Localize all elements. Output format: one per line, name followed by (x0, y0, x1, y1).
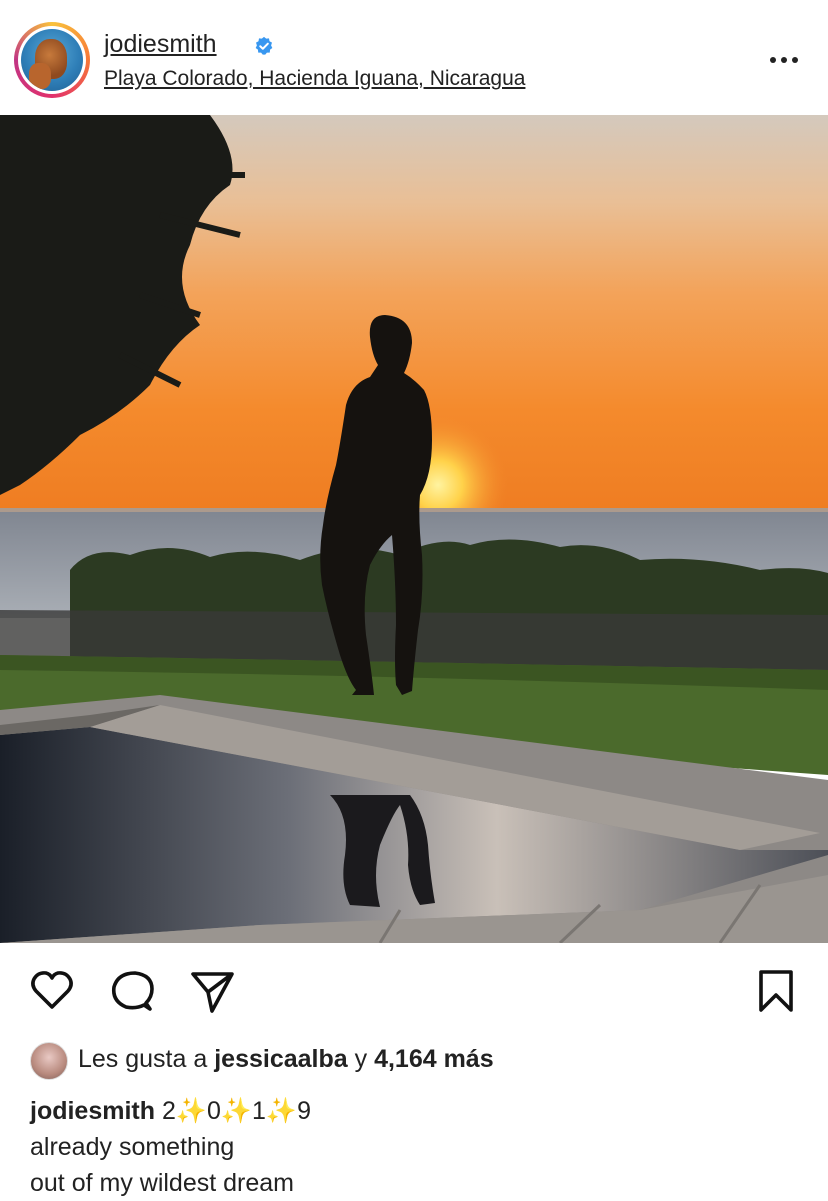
caption-username[interactable]: jodiesmith (30, 1097, 155, 1125)
caption: jodiesmith 2✨0✨1✨9 already something out… (30, 1093, 810, 1201)
caption-line-2: out of my wildest dream (30, 1169, 294, 1197)
avatar-hand (29, 63, 51, 89)
story-ring[interactable] (14, 22, 90, 98)
action-bar (0, 943, 828, 1033)
location-link[interactable]: Playa Colorado, Hacienda Iguana, Nicarag… (104, 67, 525, 91)
likes-text[interactable]: Les gusta a jessicaalba y 4,164 más (78, 1045, 494, 1074)
verified-badge-icon (255, 36, 273, 55)
comment-icon[interactable] (108, 967, 156, 1015)
caption-first-line: jodiesmith 2✨0✨1✨9 (30, 1093, 810, 1129)
bookmark-icon[interactable] (752, 967, 800, 1015)
heart-icon[interactable] (28, 967, 76, 1015)
liker-avatar[interactable] (30, 1042, 68, 1080)
avatar-image (21, 29, 83, 91)
liker-username[interactable]: jessicaalba (214, 1045, 347, 1073)
sunset-silhouette-photo (0, 115, 828, 943)
caption-line-1: already something (30, 1133, 235, 1161)
caption-title: 2✨0✨1✨9 (161, 1097, 311, 1125)
likes-connector: y (354, 1045, 368, 1073)
likes-count[interactable]: 4,164 más (374, 1045, 494, 1073)
likes-row[interactable]: Les gusta a jessicaalba y 4,164 más (0, 1036, 828, 1086)
post-photo[interactable] (0, 115, 828, 943)
send-icon[interactable] (188, 967, 236, 1015)
post-header: jodiesmith Playa Colorado, Hacienda Igua… (0, 0, 828, 115)
avatar[interactable] (18, 26, 86, 94)
username-link[interactable]: jodiesmith (104, 30, 217, 59)
more-options-icon[interactable] (766, 46, 802, 74)
likes-prefix: Les gusta a (78, 1045, 208, 1073)
